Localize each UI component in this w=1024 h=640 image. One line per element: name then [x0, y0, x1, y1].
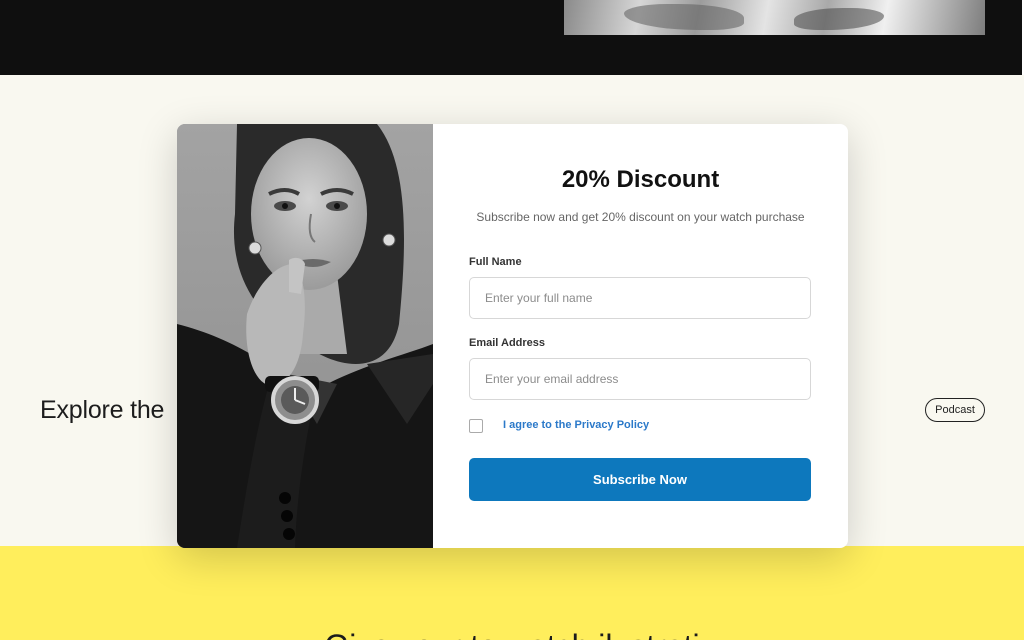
full-name-input[interactable] — [469, 277, 811, 319]
privacy-policy-label[interactable]: I agree to the Privacy Policy — [503, 419, 649, 431]
model-watch-photo — [177, 124, 433, 548]
subscribe-button[interactable]: Subscribe Now — [469, 458, 811, 501]
yellow-section — [0, 546, 1024, 640]
email-input[interactable] — [469, 358, 811, 400]
image-shade — [794, 8, 884, 30]
privacy-checkbox[interactable] — [469, 419, 483, 433]
image-shade — [624, 4, 744, 30]
popup-subtitle: Subscribe now and get 20% discount on yo… — [476, 210, 805, 224]
woman-with-watch-illustration — [177, 124, 433, 548]
yellow-section-heading: Give your to watch ilustrati — [0, 628, 1024, 640]
popup-title: 20% Discount — [561, 166, 720, 193]
discount-popup: × 20% Discount Subscribe now and get 20%… — [177, 124, 848, 548]
section-heading: Explore the — [40, 396, 165, 424]
popup-form-panel: × 20% Discount Subscribe now and get 20%… — [433, 124, 848, 548]
email-label: Email Address — [469, 337, 546, 349]
podcast-tag[interactable]: Podcast — [925, 398, 985, 422]
landscape-image — [564, 0, 985, 35]
full-name-label: Full Name — [469, 256, 522, 268]
